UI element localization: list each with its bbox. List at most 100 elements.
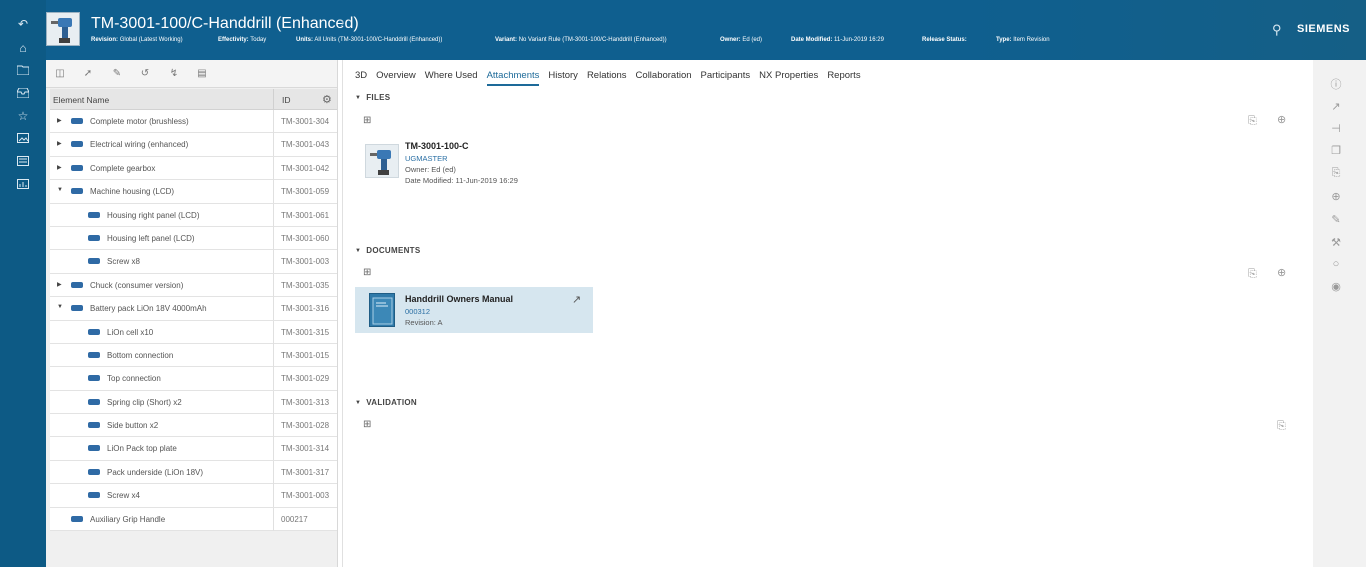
tab-attachments[interactable]: Attachments <box>486 70 540 86</box>
tree-row[interactable]: ▶ Chuck (consumer version) TM-3001-035 <box>50 273 337 298</box>
expand-icon[interactable]: ▶ <box>57 117 62 124</box>
column-id[interactable]: ID <box>282 95 291 105</box>
refresh-icon[interactable]: ↺ <box>138 68 152 80</box>
info-icon[interactable]: ⓘ <box>1328 76 1344 92</box>
tree-row-id: TM-3001-042 <box>273 156 337 180</box>
tree-row[interactable]: Screw x8 TM-3001-003 <box>50 250 337 274</box>
remove-icon[interactable]: ⊣ <box>1328 122 1344 135</box>
tab-participants[interactable]: Participants <box>701 70 751 84</box>
tab-where-used[interactable]: Where Used <box>425 70 478 84</box>
part-icon <box>87 232 101 244</box>
edit-icon[interactable]: ✎ <box>1328 213 1344 226</box>
copy-icon[interactable]: ❐ <box>1328 144 1344 157</box>
share-icon[interactable]: ↗ <box>1328 100 1344 113</box>
part-icon <box>70 185 84 197</box>
tree-row[interactable]: Housing left panel (LCD) TM-3001-060 <box>50 226 337 251</box>
file-thumbnail <box>365 144 399 178</box>
add-icon[interactable]: ⊕ <box>1328 190 1344 203</box>
tab-relations[interactable]: Relations <box>587 70 627 84</box>
tree-row[interactable]: LiOn Pack top plate TM-3001-314 <box>50 437 337 461</box>
expand-icon[interactable]: ▶ <box>57 281 62 288</box>
star-icon[interactable]: ☆ <box>13 107 33 125</box>
collapse-icon[interactable]: ▼ <box>57 187 63 193</box>
tree-row-id: TM-3001-043 <box>273 133 337 157</box>
file-card[interactable]: TM-3001-100-C UGMASTER Owner: Ed (ed) Da… <box>355 138 595 190</box>
file-name: TM-3001-100-C <box>405 141 469 151</box>
grid-view-icon[interactable]: ⊞ <box>363 419 371 430</box>
tree-row-label: Auxiliary Grip Handle <box>90 514 166 524</box>
form-icon[interactable] <box>13 153 33 171</box>
columns-icon[interactable]: ◫ <box>53 68 67 80</box>
tree-row-id: TM-3001-003 <box>273 484 337 508</box>
part-icon <box>87 396 101 408</box>
gear-icon[interactable]: ⚙ <box>322 93 332 106</box>
tree-row[interactable]: ▶ Complete gearbox TM-3001-042 <box>50 156 337 181</box>
tree-row[interactable]: ▼ Battery pack LiOn 18V 4000mAh TM-3001-31… <box>50 297 337 321</box>
cursor-icon[interactable]: ➚ <box>81 68 95 80</box>
tree-row[interactable]: Side button x2 TM-3001-028 <box>50 414 337 438</box>
chevron-right-icon[interactable]: › <box>340 14 345 30</box>
tree-row[interactable]: ▼ Machine housing (LCD) TM-3001-059 <box>50 180 337 204</box>
part-icon <box>87 466 101 478</box>
paste-icon[interactable]: ⎘ <box>1248 268 1257 281</box>
tree-row[interactable]: LiOn cell x10 TM-3001-315 <box>50 320 337 344</box>
report-icon[interactable] <box>13 176 33 194</box>
share-graph-icon[interactable]: ○ <box>1328 258 1344 270</box>
back-icon[interactable]: ↶ <box>13 15 33 33</box>
tree-row-label: Side button x2 <box>107 421 159 431</box>
tree-row-id: TM-3001-015 <box>273 343 337 367</box>
main-panel: 3D Overview Where Used Attachments History Re… <box>342 60 1312 567</box>
search-icon[interactable]: ⚲ <box>1272 22 1282 38</box>
tree-row[interactable]: Spring clip (Short) x2 TM-3001-313 <box>50 390 337 415</box>
tree-row-label: Chuck (consumer version) <box>90 280 184 290</box>
tree-row[interactable]: Screw x4 TM-3001-003 <box>50 484 337 508</box>
tree-row-label: Pack underside (LiOn 18V) <box>107 467 204 477</box>
open-document-icon[interactable]: ↗ <box>572 293 581 306</box>
tree-row[interactable]: Pack underside (LiOn 18V) TM-3001-317 <box>50 460 337 485</box>
add-icon[interactable]: ⊕ <box>1277 113 1286 126</box>
tree-row[interactable]: ▶ Electrical wiring (enhanced) TM-3001-043 <box>50 133 337 157</box>
grid-view-icon[interactable]: ⊞ <box>363 267 371 278</box>
filter-icon[interactable]: ↯ <box>167 68 181 80</box>
part-icon <box>70 162 84 174</box>
tree-row-label: Complete gearbox <box>90 163 156 173</box>
document-card[interactable]: Handdrill Owners Manual 000312 Revision:… <box>355 287 593 333</box>
collapse-icon[interactable]: ▼ <box>57 304 63 310</box>
expand-icon[interactable]: ▶ <box>57 140 62 147</box>
tree-row[interactable]: Housing right panel (LCD) TM-3001-061 <box>50 203 337 227</box>
tools-icon[interactable]: ⚒ <box>1328 236 1344 249</box>
tree-row-label: Top connection <box>107 374 161 384</box>
paste-icon[interactable]: ⎘ <box>1328 167 1344 180</box>
tab-reports[interactable]: Reports <box>827 70 860 84</box>
column-element-name[interactable]: Element Name <box>53 95 109 105</box>
home-icon[interactable]: ⌂ <box>13 39 33 57</box>
view-icon[interactable]: ◉ <box>1328 280 1344 293</box>
expand-icon[interactable]: ▶ <box>57 164 62 171</box>
documents-heading[interactable]: ▼ DOCUMENTS <box>355 246 421 255</box>
tree-row[interactable]: ▶ Complete motor (brushless) TM-3001-304 <box>50 110 337 134</box>
part-icon <box>87 489 101 501</box>
tab-collaboration[interactable]: Collaboration <box>636 70 692 84</box>
file-owner: Owner: Ed (ed) <box>405 165 456 174</box>
paste-icon[interactable]: ⎘ <box>1248 115 1257 128</box>
paste-icon[interactable]: ⎘ <box>1277 420 1286 433</box>
inbox-icon[interactable] <box>13 85 33 103</box>
tab-3d[interactable]: 3D <box>355 70 367 84</box>
tab-bar: 3D Overview Where Used Attachments History Re… <box>355 65 870 86</box>
tree-row[interactable]: Bottom connection TM-3001-015 <box>50 343 337 368</box>
tab-history[interactable]: History <box>548 70 578 84</box>
tab-overview[interactable]: Overview <box>376 70 416 84</box>
tab-nx-properties[interactable]: NX Properties <box>759 70 818 84</box>
image-icon[interactable] <box>13 130 33 148</box>
validation-heading[interactable]: ▼ VALIDATION <box>355 398 417 407</box>
tree-row[interactable]: Auxiliary Grip Handle 000217 <box>50 507 337 532</box>
edit-icon[interactable]: ✎ <box>110 68 124 80</box>
column-divider[interactable] <box>273 89 274 110</box>
grid-view-icon[interactable]: ⊞ <box>363 115 371 126</box>
files-heading[interactable]: ▼ FILES <box>355 93 390 102</box>
tree-row[interactable]: Top connection TM-3001-029 <box>50 367 337 391</box>
document-number: 000312 <box>405 307 431 316</box>
report-icon[interactable]: ▤ <box>195 68 209 80</box>
folder-icon[interactable] <box>13 62 33 80</box>
add-icon[interactable]: ⊕ <box>1277 266 1286 279</box>
